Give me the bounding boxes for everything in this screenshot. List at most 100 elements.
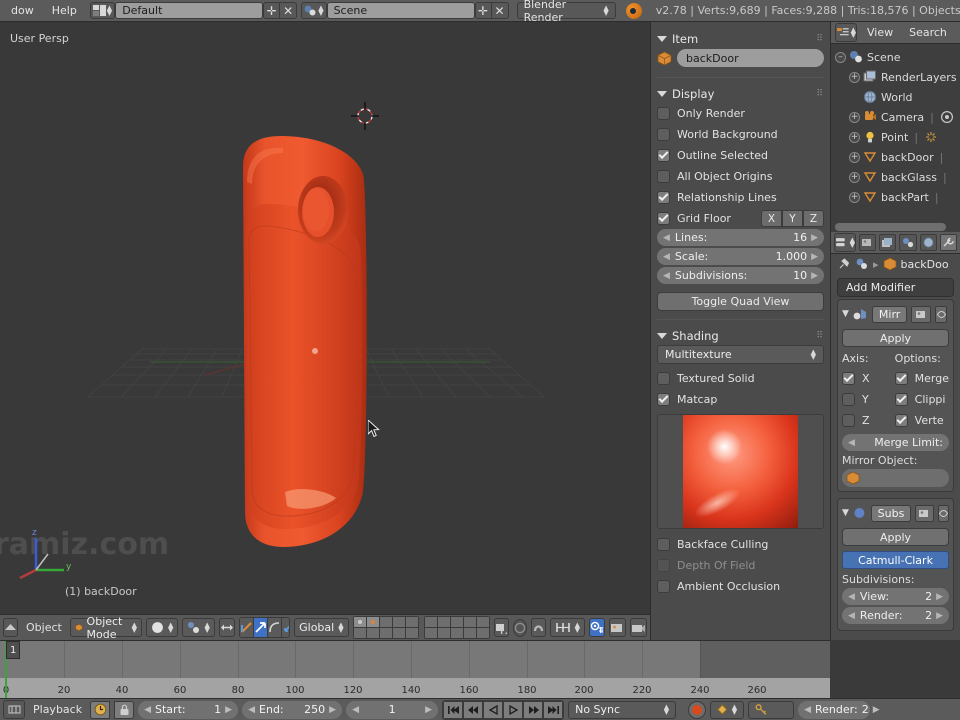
outliner-menu-view[interactable]: View <box>861 26 899 39</box>
expand-toggle-icon[interactable]: + <box>849 151 860 163</box>
snap-element-dropdown[interactable]: ▲ ▼ <box>549 618 585 637</box>
decrement-arrow-icon[interactable]: ◀ <box>144 705 151 715</box>
layer-cell[interactable] <box>366 617 379 627</box>
matcap-checkbox[interactable] <box>657 393 670 406</box>
mirror-modifier-name-field[interactable]: Mirr <box>871 305 908 323</box>
layer-cell[interactable] <box>405 628 418 638</box>
mirror-axis-x-row[interactable]: X <box>842 368 885 389</box>
snap-magnet-button[interactable] <box>530 618 546 637</box>
subsurf-view-levels-field[interactable]: ◀ View: 2 ▶ <box>842 588 949 605</box>
layer-cell[interactable] <box>437 628 450 638</box>
play-reverse-button[interactable] <box>483 700 504 719</box>
manipulator-toggle-button[interactable] <box>218 618 235 637</box>
outliner-scrollbar[interactable] <box>835 223 946 231</box>
timeline-ruler[interactable]: 0 20 40 60 80 100 120 140 160 180 200 22… <box>0 678 830 698</box>
layer-cell[interactable] <box>366 628 379 638</box>
mirror-viewport-toggle[interactable] <box>935 305 948 323</box>
expand-toggle-icon[interactable]: + <box>849 191 860 203</box>
decrement-arrow-icon[interactable]: ◀ <box>248 705 255 715</box>
expand-toggle-icon[interactable]: + <box>849 171 860 183</box>
menu-help[interactable]: Help <box>43 0 86 22</box>
textured-solid-checkbox[interactable] <box>657 372 670 385</box>
layer-cell[interactable] <box>379 628 392 638</box>
expand-toggle-icon[interactable]: + <box>849 111 860 123</box>
layer-cell[interactable] <box>476 628 489 638</box>
subsurf-render-toggle[interactable] <box>915 504 934 522</box>
decrement-arrow-icon[interactable]: ◀ <box>663 252 670 262</box>
pivot-point-dropdown[interactable]: ▲ ▼ <box>182 618 215 637</box>
mirror-merge-checkbox[interactable] <box>894 372 908 385</box>
checkbox-textured-solid[interactable]: Textured Solid <box>657 368 824 389</box>
mirror-clipping-checkbox[interactable] <box>894 393 908 406</box>
matcap-preview[interactable] <box>657 414 824 529</box>
interaction-mode-dropdown[interactable]: Object Mode ▲ ▼ <box>69 615 143 640</box>
layer-cell[interactable] <box>379 617 392 627</box>
decrement-arrow-icon[interactable]: ◀ <box>848 592 855 602</box>
scene-icon[interactable]: ▲ ▼ <box>301 2 327 19</box>
checkbox-only-render[interactable]: Only Render <box>657 103 824 124</box>
outliner-row-backdoor[interactable]: + backDoor | <box>831 147 960 167</box>
checkbox-matcap[interactable]: Matcap <box>657 389 824 410</box>
outliner-tree[interactable]: – Scene + RenderLayers World + Camera | … <box>831 44 960 232</box>
decrement-arrow-icon[interactable]: ◀ <box>848 438 855 448</box>
grid-axis-x-button[interactable]: X <box>761 210 782 227</box>
mirror-axis-z-row[interactable]: Z <box>842 410 885 431</box>
increment-arrow-icon[interactable]: ▶ <box>811 252 818 262</box>
layer-cell[interactable] <box>437 617 450 627</box>
editor-type-icon[interactable] <box>3 618 18 637</box>
increment-arrow-icon[interactable]: ▶ <box>936 611 943 621</box>
decrement-arrow-icon[interactable]: ◀ <box>352 705 359 715</box>
mirror-axis-z-checkbox[interactable] <box>842 414 855 427</box>
layer-cell[interactable] <box>476 617 489 627</box>
checkbox-ambient-occlusion[interactable]: Ambient Occlusion <box>657 576 824 597</box>
checkbox-grid-floor[interactable]: Grid Floor X Y Z <box>657 208 824 229</box>
shading-collapse-triangle-icon[interactable] <box>657 333 667 339</box>
expand-toggle-icon[interactable]: + <box>849 131 860 143</box>
layer-cell[interactable] <box>353 628 366 638</box>
viewport-canvas[interactable]: User Persp ramiz.com (1) backDoor y z <box>0 22 650 614</box>
add-scene-button[interactable]: ✛ <box>474 2 492 19</box>
world-background-checkbox[interactable] <box>657 128 670 141</box>
viewport-menu-object[interactable]: Object <box>22 621 66 634</box>
mirror-render-toggle[interactable] <box>911 305 932 323</box>
next-keyframe-button[interactable] <box>523 700 544 719</box>
display-collapse-triangle-icon[interactable] <box>657 91 667 97</box>
start-frame-field[interactable]: ◀ Start: 1 ▶ <box>138 700 239 719</box>
ambient-occlusion-checkbox[interactable] <box>657 580 670 593</box>
increment-arrow-icon[interactable]: ▶ <box>873 705 880 715</box>
subsurf-apply-button[interactable]: Apply <box>842 528 949 546</box>
relationship-lines-checkbox[interactable] <box>657 191 670 204</box>
layer-cell[interactable] <box>450 628 463 638</box>
grid-floor-checkbox[interactable] <box>657 212 670 225</box>
checkbox-world-background[interactable]: World Background <box>657 124 824 145</box>
grid-subdivisions-field[interactable]: ◀ Subdivisions: 10 ▶ <box>657 267 824 284</box>
layer-cell[interactable] <box>405 617 418 627</box>
outliner-row-world[interactable]: World <box>831 87 960 107</box>
subsurf-collapse-triangle-icon[interactable]: ▼ <box>842 508 849 518</box>
scale-manipulator-button[interactable] <box>267 618 282 637</box>
decrement-arrow-icon[interactable]: ◀ <box>663 271 670 281</box>
mirror-collapse-triangle-icon[interactable]: ▼ <box>842 309 849 319</box>
auto-keyframe-button[interactable] <box>90 700 111 719</box>
layer-cell[interactable] <box>463 628 476 638</box>
timeline-editor-type-icon[interactable] <box>3 700 25 719</box>
scene-field[interactable]: Scene <box>326 2 475 19</box>
decrement-arrow-icon[interactable]: ◀ <box>848 611 855 621</box>
keyframe-type-dropdown[interactable]: ▲ ▼ <box>710 700 745 719</box>
layer-cell[interactable] <box>392 628 405 638</box>
all-object-origins-checkbox[interactable] <box>657 170 670 183</box>
jump-to-end-button[interactable] <box>543 700 564 719</box>
shading-panel-header[interactable]: Shading ⠿ <box>657 327 824 345</box>
keying-set-field[interactable] <box>748 700 795 719</box>
item-collapse-triangle-icon[interactable] <box>657 36 667 42</box>
timeline-editor[interactable]: 0 20 40 60 80 100 120 140 160 180 200 22… <box>0 640 830 698</box>
layer-cell[interactable] <box>424 617 437 627</box>
display-panel-header[interactable]: Display ⠿ <box>657 85 824 103</box>
tab-world[interactable] <box>919 234 937 251</box>
object-cube-icon[interactable] <box>883 257 897 271</box>
scale-tool-button[interactable] <box>281 618 290 637</box>
checkbox-all-object-origins[interactable]: All Object Origins <box>657 166 824 187</box>
mirror-clipping-row[interactable]: Clippi <box>894 389 949 410</box>
delete-screen-layout-button[interactable]: ✕ <box>280 2 298 19</box>
opengl-render-animation-button[interactable] <box>630 618 647 637</box>
